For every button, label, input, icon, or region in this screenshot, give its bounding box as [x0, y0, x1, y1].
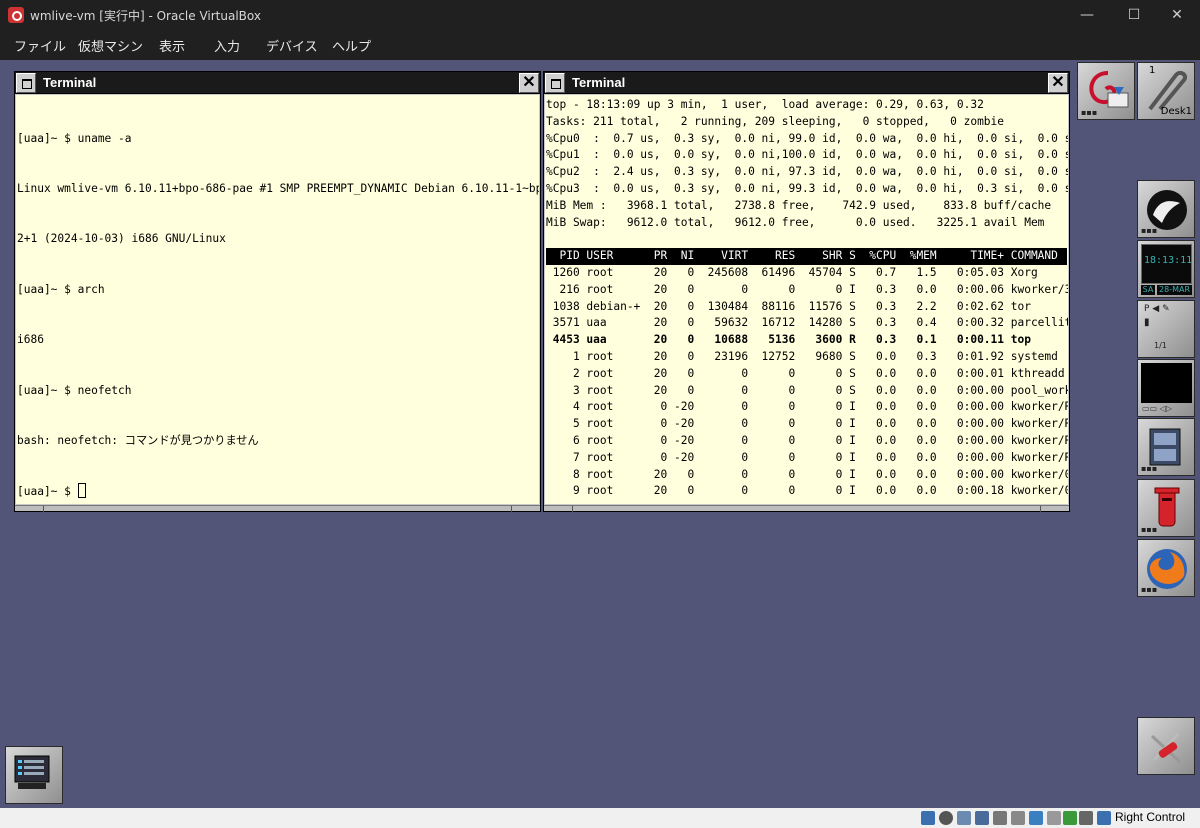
minimize-button[interactable]: — [1064, 0, 1110, 30]
host-statusbar: Right Control [0, 808, 1200, 828]
clock-time: 18:13:11 [1144, 255, 1193, 266]
menu-input[interactable]: 入力 [214, 36, 240, 55]
terminal-line: bash: neofetch: コマンドが見つかりません [17, 433, 259, 447]
dock-file-manager[interactable]: ▪▪▪ [1137, 418, 1195, 476]
process-row: 5 root 0 -20 0 0 0 I 0.0 0.0 0:00.00 kwo… [546, 417, 1068, 431]
keyboard-icon[interactable] [1097, 811, 1111, 825]
dock-clock[interactable]: 18:13:11 SA 28-MAR [1137, 240, 1195, 298]
top-summary-line: MiB Swap: 9612.0 total, 9612.0 free, 0.0… [546, 215, 1045, 229]
menu-file[interactable]: ファイル [14, 36, 66, 55]
top-summary-line: %Cpu3 : 0.0 us, 0.3 sy, 0.0 ni, 99.3 id,… [546, 181, 1068, 195]
process-row: 3571 uaa 20 0 59632 16712 14280 S 0.3 0.… [546, 316, 1068, 330]
menu-devices[interactable]: デバイス [266, 36, 318, 55]
terminal-window-right[interactable]: Terminal ✕ top - 18:13:09 up 3 min, 1 us… [543, 71, 1070, 512]
text-cursor [77, 483, 86, 499]
process-row: 1260 root 20 0 245608 61496 45704 S 0.7 … [546, 265, 1038, 279]
recording-icon[interactable] [1047, 811, 1061, 825]
prompt-text: [uaa]~ $ [17, 485, 78, 499]
swiss-knife-icon [1150, 732, 1182, 764]
prompt-line: [uaa]~ $ [17, 483, 538, 500]
battery-icon: ▮ [1144, 317, 1150, 328]
pager-label: 1/1 [1154, 341, 1167, 350]
guest-desktop: Terminal ✕ [uaa]~ $ uname -a Linux wmliv… [0, 60, 1200, 808]
virtualbox-icon [8, 7, 24, 23]
terminal-output[interactable]: [uaa]~ $ uname -a Linux wmlive-vm 6.10.1… [16, 95, 539, 504]
close-button[interactable]: ✕ [1154, 0, 1200, 30]
process-row: 8 root 20 0 0 0 0 I 0.0 0.0 0:00.00 kwor… [546, 467, 1068, 481]
host-key-label: Right Control [1115, 810, 1186, 824]
process-row: 4 root 0 -20 0 0 0 I 0.0 0.0 0:00.00 kwo… [546, 400, 1068, 414]
host-titlebar: wmlive-vm [実行中] - Oracle VirtualBox — ☐ … [0, 0, 1200, 30]
process-row: 216 root 20 0 0 0 0 I 0.3 0.0 0:00.06 kw… [546, 282, 1068, 296]
top-summary-line: Tasks: 211 total, 2 running, 209 sleepin… [546, 114, 1005, 128]
workspace-name: Desk1 [1160, 106, 1192, 117]
window-titlebar[interactable]: Terminal ✕ [544, 72, 1069, 94]
network-icon[interactable] [975, 811, 989, 825]
resize-bar[interactable] [544, 505, 1069, 512]
monitor-icon [14, 755, 50, 789]
clock-date: 28-MAR [1157, 285, 1192, 295]
process-row: 6 root 0 -20 0 0 0 I 0.0 0.0 0:00.00 kwo… [546, 433, 1068, 447]
process-row: 2 root 20 0 0 0 0 S 0.0 0.0 0:00.01 kthr… [546, 366, 1065, 380]
process-row: 7 root 0 -20 0 0 0 I 0.0 0.0 0:00.00 kwo… [546, 450, 1068, 464]
optical-drive-icon[interactable] [939, 811, 953, 825]
process-table-header: PID USER PR NI VIRT RES SHR S %CPU %MEM … [546, 248, 1067, 265]
miniaturize-button[interactable] [16, 73, 36, 93]
status-icons: P ◀ ✎ [1144, 304, 1170, 314]
dock-firefox[interactable]: ▪▪▪ [1137, 539, 1195, 597]
usb-icon[interactable] [993, 811, 1007, 825]
process-row: 1038 debian-+ 20 0 130484 88116 11576 S … [546, 299, 1031, 313]
dock-monitor-applet[interactable]: ▭▭ ◁▷ [1137, 359, 1195, 417]
maximize-button[interactable]: ☐ [1111, 0, 1157, 30]
window-close-button[interactable]: ✕ [1048, 73, 1068, 93]
top-summary-line: %Cpu0 : 0.7 us, 0.3 sy, 0.0 ni, 99.0 id,… [546, 131, 1068, 145]
process-row: 9 root 20 0 0 0 0 I 0.0 0.0 0:00.18 kwor… [546, 484, 1068, 498]
audio-icon[interactable] [957, 811, 971, 825]
top-summary-line [546, 231, 1067, 248]
terminal-line: [uaa]~ $ arch [17, 282, 105, 296]
mouse-integration-icon[interactable] [1079, 811, 1093, 825]
window-titlebar[interactable]: Terminal ✕ [15, 72, 540, 94]
window-title: Terminal [43, 75, 97, 90]
terminal-line: i686 [17, 333, 44, 347]
miniaturize-button[interactable] [545, 73, 565, 93]
terminal-line: [uaa]~ $ neofetch [17, 383, 132, 397]
menu-help[interactable]: ヘルプ [332, 36, 371, 55]
window-close-button[interactable]: ✕ [519, 73, 539, 93]
cpu-icon[interactable] [1063, 811, 1077, 825]
menu-view[interactable]: 表示 [159, 36, 185, 55]
top-summary-line: %Cpu1 : 0.0 us, 0.0 sy, 0.0 ni,100.0 id,… [546, 148, 1068, 162]
dock-preferences[interactable] [1137, 717, 1195, 775]
workspace-clip[interactable]: 1 Desk1 [1137, 62, 1195, 120]
window-title: Terminal [572, 75, 626, 90]
terminal-window-left[interactable]: Terminal ✕ [uaa]~ $ uname -a Linux wmliv… [14, 71, 541, 512]
host-window-title: wmlive-vm [実行中] - Oracle VirtualBox [30, 9, 261, 23]
top-output[interactable]: top - 18:13:09 up 3 min, 1 user, load av… [545, 95, 1068, 504]
shared-folder-icon[interactable] [1011, 811, 1025, 825]
terminal-line: [uaa]~ $ uname -a [17, 131, 132, 145]
dock-mail[interactable]: ▪▪▪ [1137, 479, 1195, 537]
process-row: 1 root 20 0 23196 12752 9680 S 0.0 0.3 0… [546, 349, 1058, 363]
display-icon[interactable] [1029, 811, 1043, 825]
top-summary-line: top - 18:13:09 up 3 min, 1 user, load av… [546, 98, 984, 111]
terminal-line: Linux wmlive-vm 6.10.11+bpo-686-pae #1 S… [17, 181, 539, 195]
top-summary-line: MiB Mem : 3968.1 total, 2738.8 free, 742… [546, 198, 1052, 212]
process-row: 4453 uaa 20 0 10688 5136 3600 R 0.3 0.1 … [546, 333, 1031, 347]
terminal-line: 2+1 (2024-10-03) i686 GNU/Linux [17, 232, 226, 246]
miniwindow-icon[interactable] [5, 746, 63, 804]
workspace-number: 1 [1149, 65, 1156, 76]
process-row: 3 root 20 0 0 0 0 S 0.0 0.0 0:00.00 pool… [546, 383, 1068, 397]
clock-day: SA [1141, 285, 1155, 295]
dock-terminal-app[interactable]: ▪▪▪ [1137, 180, 1195, 238]
host-menubar: ファイル 仮想マシン 表示 入力 デバイス ヘルプ [0, 30, 1200, 60]
dock-app-icon[interactable]: ▪▪▪ [1077, 62, 1135, 120]
hdd-icon[interactable] [921, 811, 935, 825]
resize-bar[interactable] [15, 505, 540, 512]
menu-machine[interactable]: 仮想マシン [78, 36, 143, 55]
top-summary-line: %Cpu2 : 2.4 us, 0.3 sy, 0.0 ni, 97.3 id,… [546, 165, 1068, 179]
dock-pager[interactable]: P ◀ ✎ ▮ 1/1 [1137, 300, 1195, 358]
